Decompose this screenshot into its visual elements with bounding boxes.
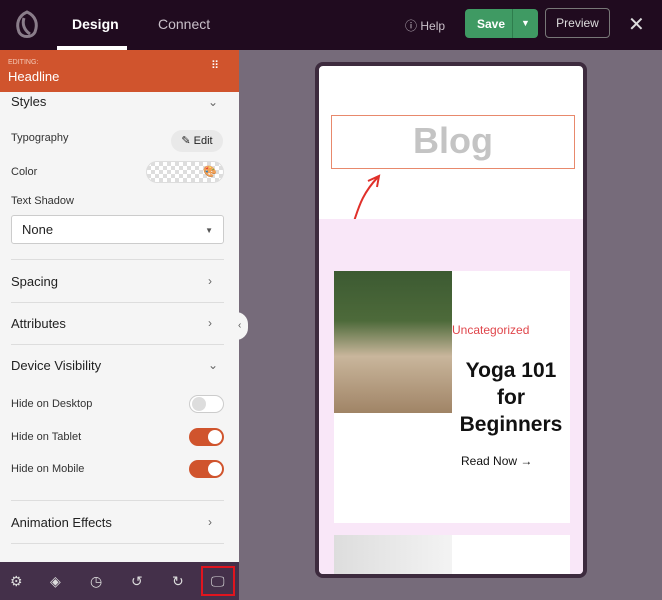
layers-icon[interactable]: ◈: [50, 573, 61, 590]
color-label: Color: [11, 166, 38, 178]
edit-label: Edit: [193, 135, 213, 147]
chevron-right-icon[interactable]: ›: [208, 515, 212, 529]
post-card[interactable]: Uncategorized Yoga 101 for Beginners Rea…: [334, 271, 570, 523]
save-dropdown-chevron-icon[interactable]: ▼: [512, 9, 538, 38]
caret-down-icon: ▼: [205, 226, 213, 235]
divider: [11, 259, 224, 260]
help-icon: ⓘ: [405, 19, 418, 33]
hide-desktop-label: Hide on Desktop: [11, 398, 93, 410]
typography-edit-button[interactable]: ✎ Edit: [171, 130, 223, 152]
hide-tablet-label: Hide on Tablet: [11, 431, 82, 443]
redo-icon[interactable]: ↻: [172, 573, 184, 590]
hide-mobile-label: Hide on Mobile: [11, 463, 85, 475]
drag-grip-icon[interactable]: ⠿: [211, 61, 220, 72]
seedprod-logo-icon[interactable]: [14, 10, 40, 40]
history-icon[interactable]: ◷: [90, 573, 102, 590]
divider: [11, 344, 224, 345]
text-shadow-value: None: [22, 222, 54, 237]
mobile-preview-frame: Blog Uncategorized Yoga 101 for Beginner…: [315, 62, 587, 578]
pencil-icon: ✎: [181, 135, 191, 147]
post-image: [334, 535, 452, 574]
tab-connect[interactable]: Connect: [158, 16, 210, 32]
hide-desktop-toggle[interactable]: [189, 395, 224, 413]
save-button[interactable]: Save ▼: [465, 9, 538, 38]
divider: [11, 500, 224, 501]
top-bar: Design Connect ⓘ Help Save ▼ Preview ✕: [0, 0, 662, 50]
preview-button[interactable]: Preview: [545, 8, 610, 38]
settings-gear-icon[interactable]: ⚙: [10, 573, 23, 590]
post-category[interactable]: Uncategorized: [452, 323, 529, 337]
section-animation-effects[interactable]: Animation Effects: [11, 515, 112, 530]
yoga-post-image: [334, 271, 452, 413]
blog-headline: Blog: [413, 120, 493, 161]
bottom-toolbar: ⚙ ◈ ◷ ↺ ↻ 🖵: [0, 562, 239, 600]
divider: [11, 302, 224, 303]
chevron-right-icon[interactable]: ›: [208, 316, 212, 330]
read-now-link[interactable]: Read Now →: [461, 454, 532, 468]
hide-mobile-toggle[interactable]: [189, 460, 224, 478]
section-device-visibility[interactable]: Device Visibility: [11, 358, 101, 373]
blog-posts-section: Uncategorized Yoga 101 for Beginners Rea…: [319, 219, 583, 574]
save-label: Save: [477, 17, 506, 31]
element-name: Headline: [8, 69, 60, 84]
text-shadow-select[interactable]: None ▼: [11, 215, 224, 244]
editing-label: EDITING:: [8, 59, 39, 66]
headline-block-selected[interactable]: Blog: [331, 115, 575, 169]
text-shadow-label: Text Shadow: [11, 195, 74, 207]
post-card[interactable]: [334, 535, 570, 574]
chevron-right-icon[interactable]: ›: [208, 274, 212, 288]
section-styles[interactable]: Styles: [11, 94, 46, 109]
highlight-box: [201, 566, 235, 596]
hide-tablet-toggle[interactable]: [189, 428, 224, 446]
divider: [11, 543, 224, 544]
tab-design[interactable]: Design: [72, 16, 119, 32]
help-link[interactable]: ⓘ Help: [405, 17, 445, 34]
color-picker[interactable]: 🎨: [146, 161, 224, 183]
chevron-down-icon[interactable]: ⌄: [208, 95, 218, 109]
section-spacing[interactable]: Spacing: [11, 274, 58, 289]
settings-panel: EDITING: Headline ⠿ Styles ⌄ Typography …: [0, 50, 239, 562]
collapse-panel-handle[interactable]: ‹: [236, 312, 248, 340]
close-icon[interactable]: ✕: [628, 12, 645, 37]
section-attributes[interactable]: Attributes: [11, 316, 66, 331]
chevron-down-icon[interactable]: ⌄: [208, 358, 218, 372]
typography-label: Typography: [11, 132, 69, 144]
help-label: Help: [420, 19, 446, 33]
panel-header: EDITING: Headline ⠿: [0, 50, 239, 92]
undo-icon[interactable]: ↺: [131, 573, 143, 590]
post-title[interactable]: Yoga 101 for Beginners: [452, 357, 570, 438]
palette-icon: 🎨: [203, 166, 217, 178]
